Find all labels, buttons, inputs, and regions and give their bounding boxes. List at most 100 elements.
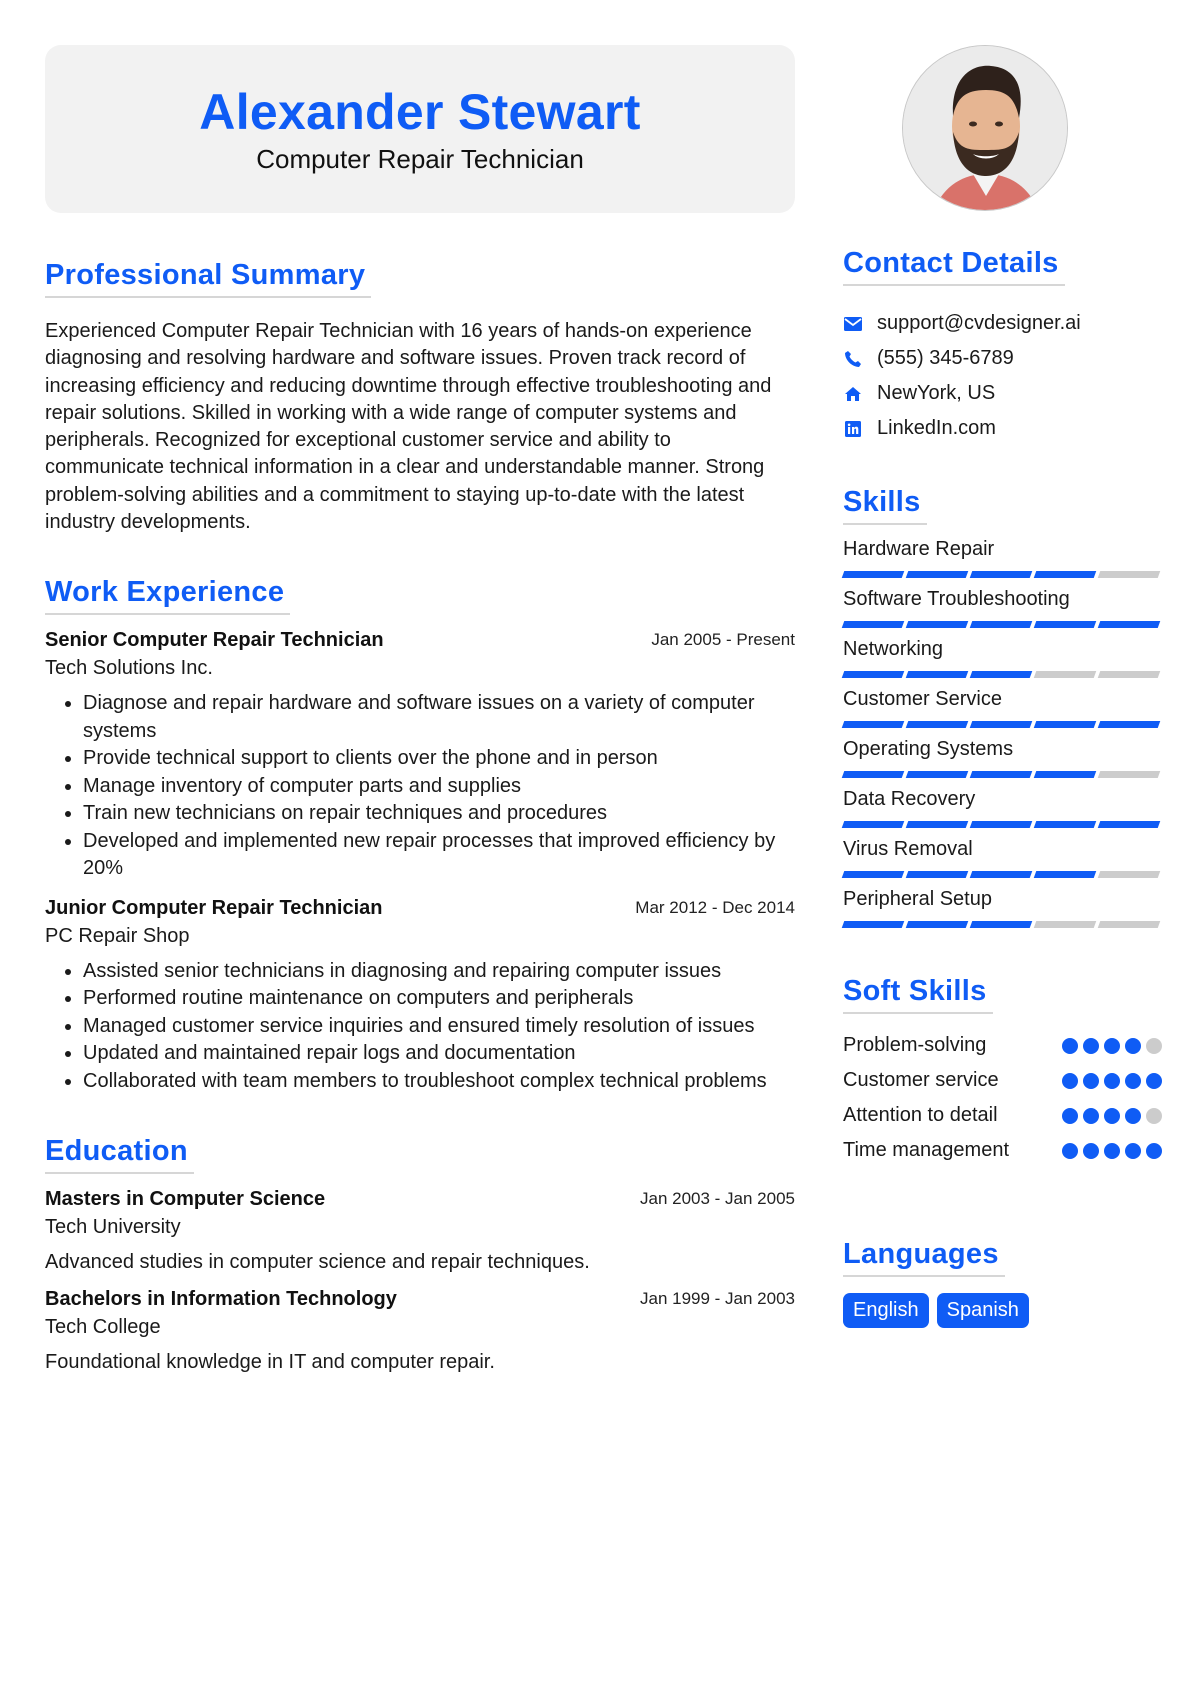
skill-item: Networking — [841, 637, 1165, 687]
work-experience-section: Work Experience Senior Computer Repair T… — [45, 576, 795, 1095]
skill-segment-filled — [969, 871, 1033, 878]
contact-location-text: NewYork, US — [877, 382, 996, 404]
skill-segment-filled — [841, 921, 905, 928]
skill-segment-filled — [905, 721, 969, 728]
rating-dot-filled — [1125, 1072, 1141, 1089]
job-bullet: Diagnose and repair hardware and softwar… — [83, 690, 795, 745]
skill-item: Customer Service — [841, 687, 1165, 737]
rating-dot-filled — [1062, 1142, 1078, 1159]
education-section: Education Masters in Computer Science Ja… — [45, 1135, 795, 1374]
soft-skill-item: Customer service — [843, 1063, 1165, 1098]
rating-dot-filled — [1125, 1142, 1141, 1159]
job-bullets: Assisted senior technicians in diagnosin… — [45, 958, 795, 1096]
rating-dot-filled — [1104, 1072, 1120, 1089]
rating-dot-filled — [1083, 1142, 1099, 1159]
skill-item: Peripheral Setup — [841, 887, 1165, 937]
job-bullet: Managed customer service inquiries and e… — [83, 1013, 795, 1041]
education-description: Foundational knowledge in IT and compute… — [45, 1351, 495, 1374]
skill-segment-filled — [1033, 721, 1097, 728]
job-bullet: Performed routine maintenance on compute… — [83, 985, 795, 1013]
skill-item: Data Recovery — [841, 787, 1165, 837]
rating-dot-filled — [1062, 1037, 1078, 1054]
skill-segment-empty — [1033, 671, 1097, 678]
skill-segment-filled — [1033, 871, 1097, 878]
rating-dot-filled — [1146, 1142, 1162, 1159]
job-bullets: Diagnose and repair hardware and softwar… — [45, 690, 795, 883]
skill-level-bar — [841, 671, 1165, 678]
skill-item: Operating Systems — [841, 737, 1165, 787]
soft-skill-rating — [1062, 1107, 1162, 1124]
soft-skill-name: Attention to detail — [843, 1104, 998, 1126]
rating-dot-filled — [1083, 1107, 1099, 1124]
skill-segment-filled — [1097, 821, 1161, 828]
header-card: Alexander Stewart Computer Repair Techni… — [45, 45, 795, 213]
rating-dot-filled — [1146, 1072, 1162, 1089]
soft-skill-name: Time management — [843, 1139, 1009, 1161]
skill-name: Customer Service — [843, 688, 1002, 710]
skill-name: Virus Removal — [843, 838, 973, 860]
phone-icon — [843, 349, 863, 369]
contact-email-text: support@cvdesigner.ai — [877, 312, 1081, 334]
skill-segment-filled — [1033, 621, 1097, 628]
skill-name: Data Recovery — [843, 788, 976, 810]
linkedin-icon — [843, 419, 863, 439]
skill-item: Virus Removal — [841, 837, 1165, 887]
rating-dot-filled — [1104, 1037, 1120, 1054]
soft-skill-item: Time management — [843, 1133, 1165, 1168]
skill-segment-filled — [905, 871, 969, 878]
education-entry: Bachelors in Information Technology Jan … — [45, 1288, 795, 1374]
skill-segment-filled — [841, 771, 905, 778]
skill-segment-empty — [1097, 871, 1161, 878]
job-title-headline: Computer Repair Technician — [256, 143, 584, 174]
rating-dot-filled — [1104, 1142, 1120, 1159]
rating-dot-filled — [1083, 1072, 1099, 1089]
rating-dot-filled — [1125, 1037, 1141, 1054]
section-heading: Professional Summary — [45, 259, 372, 298]
languages-section: Languages English Spanish — [843, 1238, 1165, 1328]
skill-segment-filled — [841, 871, 905, 878]
skill-name: Operating Systems — [843, 738, 1014, 760]
skill-name: Networking — [843, 638, 944, 660]
soft-skill-rating — [1062, 1037, 1162, 1054]
professional-summary-section: Professional Summary Experienced Compute… — [45, 259, 795, 536]
skill-segment-filled — [969, 821, 1033, 828]
skill-segment-filled — [905, 621, 969, 628]
skill-segment-filled — [841, 621, 905, 628]
soft-skill-item: Attention to detail — [843, 1098, 1165, 1133]
skill-item: Hardware Repair — [841, 537, 1165, 587]
contact-phone[interactable]: (555) 345-6789 — [843, 341, 1165, 376]
skill-segment-filled — [905, 821, 969, 828]
home-icon — [843, 384, 863, 404]
contact-linkedin[interactable]: LinkedIn.com — [843, 411, 1165, 446]
job-bullet: Assisted senior technicians in diagnosin… — [83, 958, 795, 986]
job-title: Junior Computer Repair Technician — [45, 896, 383, 919]
profile-photo — [902, 45, 1068, 211]
soft-skill-item: Problem-solving — [843, 1028, 1165, 1063]
rating-dot-empty — [1146, 1107, 1162, 1124]
skill-segment-filled — [905, 671, 969, 678]
job-bullet: Developed and implemented new repair pro… — [83, 828, 795, 883]
skill-segment-filled — [841, 721, 905, 728]
skill-segment-filled — [841, 821, 905, 828]
skills-section: Skills Hardware Repair Software Troublesh… — [841, 486, 1165, 937]
degree: Bachelors in Information Technology — [45, 1288, 397, 1311]
job-bullet: Manage inventory of computer parts and s… — [83, 773, 795, 801]
skill-segment-empty — [1097, 771, 1161, 778]
job-bullet: Updated and maintained repair logs and d… — [83, 1040, 795, 1068]
skill-segment-filled — [969, 771, 1033, 778]
skill-segment-empty — [1097, 671, 1161, 678]
skill-item: Software Troubleshooting — [841, 587, 1165, 637]
summary-text: Experienced Computer Repair Technician w… — [45, 320, 772, 534]
rating-dot-filled — [1083, 1037, 1099, 1054]
job-bullet: Train new technicians on repair techniqu… — [83, 800, 795, 828]
school: Tech College — [45, 1316, 161, 1339]
education-description: Advanced studies in computer science and… — [45, 1251, 590, 1274]
contact-phone-text: (555) 345-6789 — [877, 347, 1014, 369]
skill-level-bar — [841, 871, 1165, 878]
contact-email[interactable]: support@cvdesigner.ai — [843, 306, 1165, 341]
school: Tech University — [45, 1216, 181, 1239]
rating-dot-filled — [1062, 1107, 1078, 1124]
rating-dot-filled — [1062, 1072, 1078, 1089]
skill-segment-filled — [1033, 821, 1097, 828]
skill-segment-filled — [905, 921, 969, 928]
